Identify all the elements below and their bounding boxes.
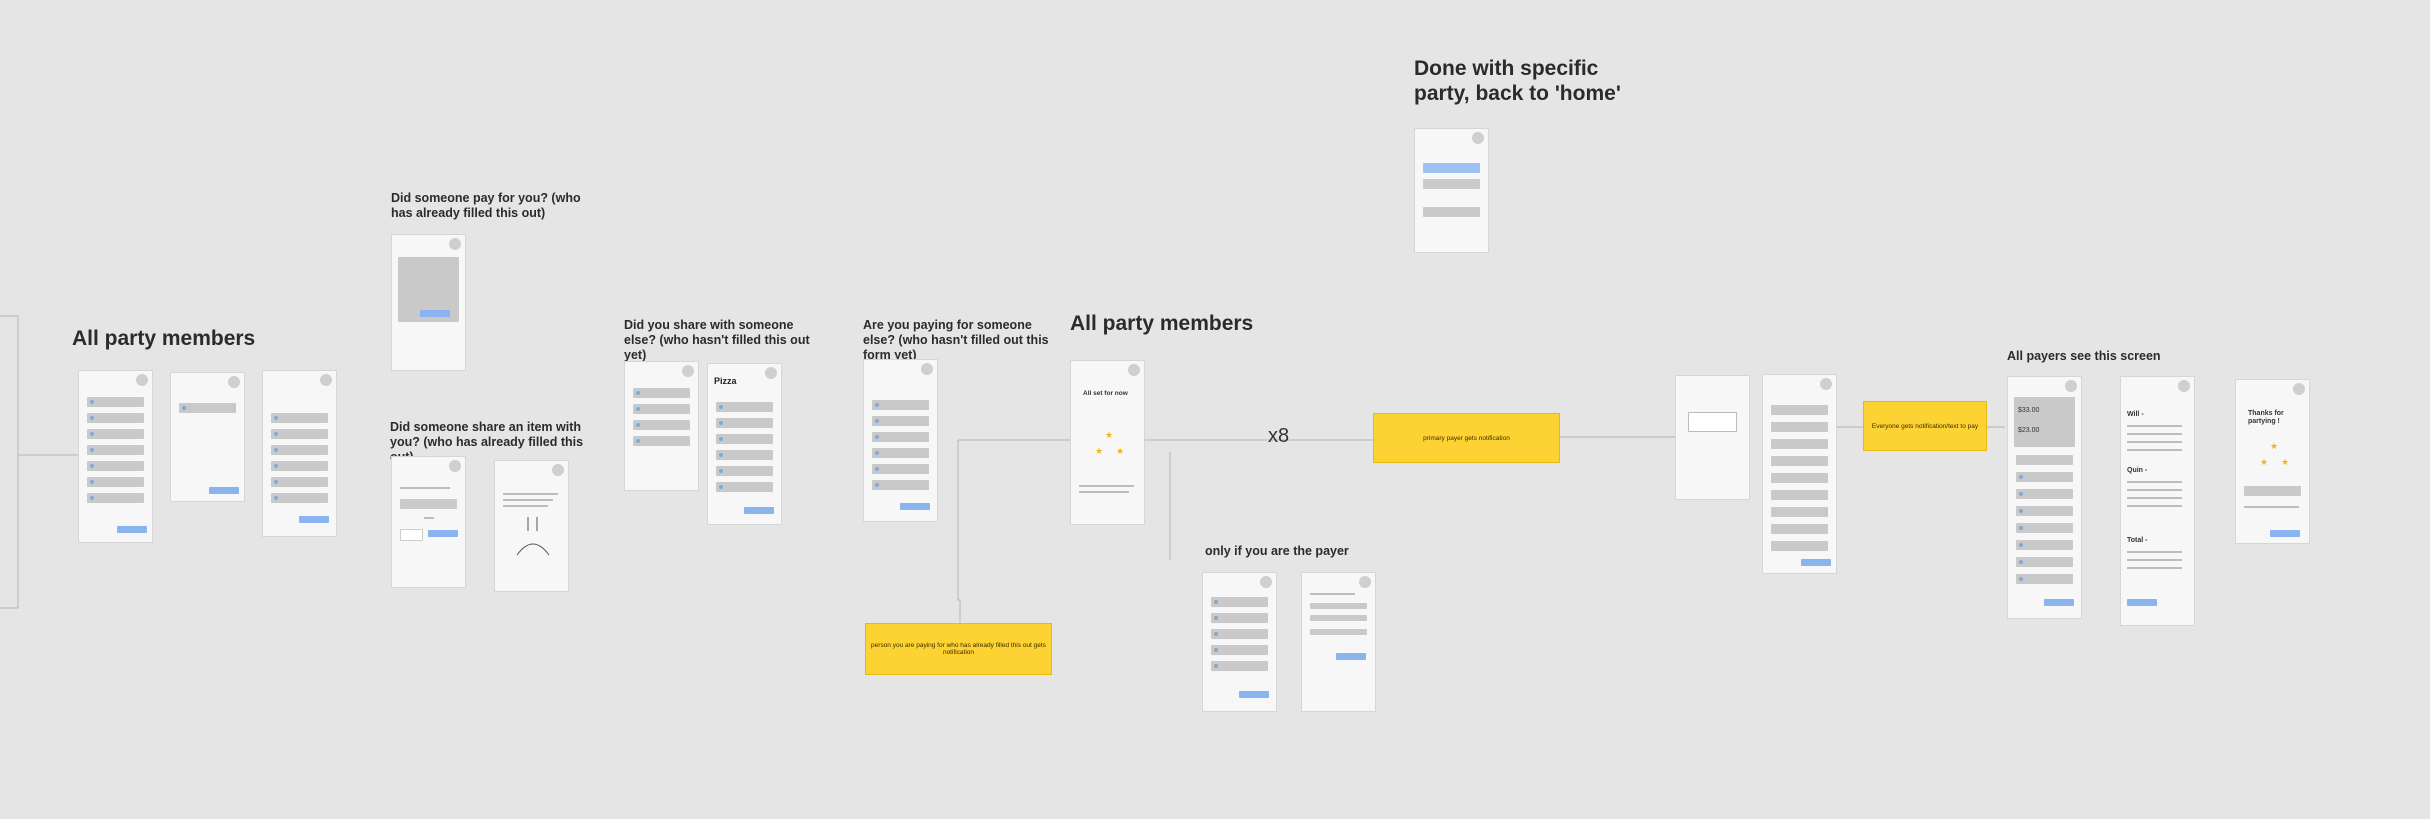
star-icon: ★ xyxy=(2260,457,2269,467)
star-icon: ★ xyxy=(1095,446,1104,456)
screen-single-select xyxy=(170,372,245,502)
screen-someone-shared xyxy=(391,456,466,588)
quin-label: Quin - xyxy=(2127,467,2148,474)
screen-payer-select xyxy=(1202,572,1277,712)
screen-item-list xyxy=(262,370,337,537)
sticky-everyone-gets: Everyone gets notification/text to pay xyxy=(1863,401,1987,451)
total-label: Total - xyxy=(2127,537,2148,544)
sad-face-icon xyxy=(516,517,550,556)
heading-all-party-members-2: All party members xyxy=(1070,312,1254,335)
sticky-primary-payer: primary payer gets notification xyxy=(1373,413,1560,463)
amount-one: $33.00 xyxy=(2018,407,2040,414)
screen-pizza-share: Pizza xyxy=(707,363,782,525)
screen-summary-list xyxy=(1762,374,1837,574)
screen-sad-face xyxy=(494,460,569,592)
screen-thanks: Thanks for partying ! ★ ★ ★ xyxy=(2235,379,2310,544)
screen-party-list xyxy=(78,370,153,543)
screen-paying-for-others xyxy=(863,359,938,522)
heading-all-party-members-1: All party members xyxy=(72,327,256,350)
all-set-title: All set for now xyxy=(1083,390,1128,397)
multiplier-label: x8 xyxy=(1268,425,1290,447)
star-icon: ★ xyxy=(1116,446,1125,456)
screen-all-set: All set for now ★ ★ ★ xyxy=(1070,360,1145,525)
screen-payer-totals: $33.00 $23.00 xyxy=(2007,376,2082,619)
thanks-title: Thanks for partying ! xyxy=(2248,410,2284,426)
screen-someone-paid xyxy=(391,234,466,371)
screen-payer-details xyxy=(1301,572,1376,712)
heading-all-payers: All payers see this screen xyxy=(2007,349,2161,363)
will-label: Will - xyxy=(2127,411,2144,418)
screen-breakdown: Will - Quin - Total - xyxy=(2120,376,2195,626)
heading-done-with-party: Done with specific party, back to 'home' xyxy=(1414,57,1621,105)
star-icon: ★ xyxy=(2281,457,2290,467)
screen-you-shared xyxy=(624,361,699,491)
sticky-person-paying: person you are paying for who has alread… xyxy=(865,623,1052,675)
screen-home xyxy=(1414,128,1489,253)
heading-did-you-share: Did you share with someone else? (who ha… xyxy=(624,318,810,362)
heading-did-someone-pay: Did someone pay for you? (who has alread… xyxy=(391,191,581,220)
pizza-title: Pizza xyxy=(714,376,737,386)
star-icon: ★ xyxy=(1105,430,1114,440)
heading-only-if-payer: only if you are the payer xyxy=(1205,544,1349,558)
whiteboard-canvas: All party members Did someone pay for yo… xyxy=(0,0,2430,819)
heading-are-you-paying: Are you paying for someone else? (who ha… xyxy=(863,318,1049,362)
amount-two: $23.00 xyxy=(2018,427,2040,434)
star-icon: ★ xyxy=(2270,441,2279,451)
screen-notification xyxy=(1675,375,1750,500)
